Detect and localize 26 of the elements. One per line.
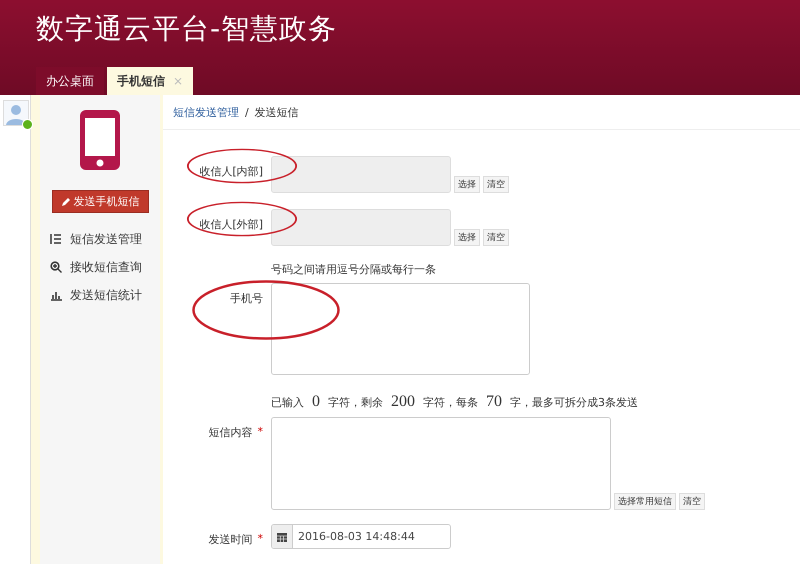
required-mark: * bbox=[258, 532, 263, 547]
small-button[interactable]: 选择常用短信 bbox=[614, 493, 676, 510]
app-title: 数字通云平台-智慧政务 bbox=[35, 11, 338, 47]
field-label: 收信人[外部] bbox=[199, 217, 263, 232]
sidebar-item[interactable]: 发送短信统计 bbox=[50, 281, 150, 309]
small-button[interactable]: 清空 bbox=[483, 176, 509, 193]
small-button[interactable]: 清空 bbox=[679, 493, 705, 510]
field-label: 收信人[内部] bbox=[199, 164, 263, 179]
small-button[interactable]: 选择 bbox=[454, 229, 480, 246]
date-field[interactable]: 2016-08-03 14:48:44 bbox=[271, 524, 451, 549]
small-button[interactable]: 选择 bbox=[454, 176, 480, 193]
tab[interactable]: 办公桌面 bbox=[36, 67, 104, 95]
breadcrumb-link[interactable]: 短信发送管理 bbox=[173, 104, 239, 120]
hint-text: 号码之间请用逗号分隔或每行一条 bbox=[271, 263, 436, 276]
field-label: 手机号 bbox=[230, 291, 263, 306]
character-counter: 已输入 0 字符，剩余 200 字符，每条 70 字，最多可拆分成3条发送 bbox=[271, 393, 639, 411]
sidebar-item[interactable]: 接收短信查询 bbox=[50, 253, 150, 281]
field-label: 发送时间 bbox=[208, 532, 252, 547]
field-label: 短信内容 bbox=[208, 425, 252, 440]
tab[interactable]: 手机短信 × bbox=[107, 67, 194, 95]
required-mark: * bbox=[258, 425, 263, 440]
breadcrumb-separator: / bbox=[245, 106, 249, 118]
breadcrumb-current: 发送短信 bbox=[254, 104, 299, 120]
small-button[interactable]: 清空 bbox=[483, 229, 509, 246]
send-sms-button[interactable]: 发送手机短信 bbox=[52, 190, 148, 213]
sidebar-item[interactable]: 短信发送管理 bbox=[50, 225, 150, 253]
